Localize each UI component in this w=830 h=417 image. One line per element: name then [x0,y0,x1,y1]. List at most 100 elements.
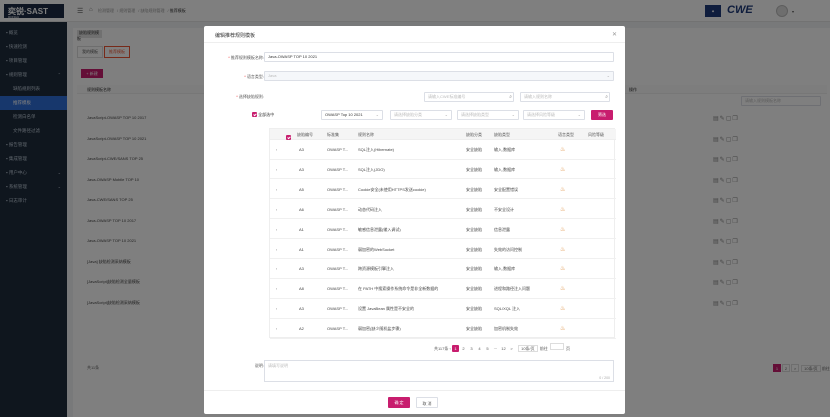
rule-id: A3 [299,166,304,172]
java-icon: ♨ [560,186,566,193]
rules-pagination: 共117条 ‹ 1 2 3 4 5 ··· 12 > 10条/页 前往 页 [434,343,570,352]
rule-type: 输入,数据库 [494,266,516,272]
search-icon[interactable]: ⌕ [509,93,512,101]
rule-type: 信息泄露 [494,226,510,232]
search-icon[interactable]: ⌕ [605,93,608,101]
expand-row-icon[interactable]: › [276,306,277,311]
rule-class: 安全缺陷 [466,246,482,252]
risk-select[interactable]: 请选择风险等级 ⌄ [523,110,585,120]
col-header: 规则名称 [358,132,374,137]
language-label: * 语言类型: [244,74,264,79]
filter-button[interactable]: 筛选 [591,110,613,120]
rules-table: 缺陷编号 标准集 规则名称 缺陷分类 缺陷类型 语言类型 风险等级 › A3 OWA… [269,128,616,339]
rule-standard: OWASP T... [327,186,349,192]
divider [204,42,625,43]
rule-class: 安全缺陷 [466,326,482,332]
rule-id: A3 [299,266,304,272]
page-unit: 页 [566,346,571,351]
jump-page-input[interactable] [549,343,564,350]
page-size-select[interactable]: 10条/页 [518,345,538,352]
table-row[interactable]: › A3 OWASP T... 设置 JavaBean 属性是不安全的 安全缺陷 SQL/… [270,299,616,319]
col-header: 标准集 [327,132,339,137]
rule-id: A8 [299,286,304,292]
rule-name: 敏感信息泄露(输入调试) [358,226,401,232]
table-row[interactable]: ›A3OWASP T...跨资源模板引擎注入安全缺陷输入,数据库♨低危 [270,259,616,279]
page-button[interactable]: > [508,345,515,352]
rule-name: Cookie安全(未使用HTTPS发送cookie) [358,186,426,192]
template-name-label: * 推荐规则模板名称: [228,55,264,60]
table-row[interactable]: › A8 OWASP T... 在 PATH 中搜索操作系统命令是非全新数据的 安全缺陷… [270,279,616,299]
cancel-button[interactable]: 取 消 [416,397,438,408]
rule-standard: OWASP T... [327,266,349,272]
description-textarea[interactable]: 请填写说明 0 / 200 [264,360,614,382]
rule-type: 输入,数据库 [494,166,516,172]
rule-standard: OWASP T... [327,286,349,292]
expand-row-icon[interactable]: › [276,247,277,252]
java-icon: ♨ [560,246,566,253]
jump-label: 前往 [539,346,548,351]
rule-type: 加密机制失效 [494,326,518,332]
page-button[interactable]: ··· [492,345,499,352]
rule-class: 安全缺陷 [466,226,482,232]
expand-row-icon[interactable]: › [276,326,277,331]
rule-class: 安全缺陷 [466,286,482,292]
rule-name: 弱加密的WebSocket [358,246,395,252]
table-row[interactable]: › A5 OWASP T... Cookie安全(未使用HTTPS发送cookie) 安… [270,180,616,200]
page-button[interactable]: 2 [460,345,467,352]
rule-id: A5 [299,186,304,192]
checkbox-checked-icon[interactable] [252,112,257,118]
page-button[interactable]: 5 [484,345,491,352]
select-all-checkbox[interactable]: 全部选中 [252,112,274,118]
description-label: 说明: [254,363,264,368]
col-header: 缺陷分类 [466,132,482,137]
rule-name: 动态代码注入 [358,206,382,212]
page-button[interactable]: 1 [451,345,459,352]
table-row[interactable]: ›A2OWASP T...弱加密(缺少随机盐步骤)安全缺陷加密机制失效♨低危 [270,319,616,339]
expand-row-icon[interactable]: › [276,167,277,172]
rule-standard: OWASP T... [327,166,349,172]
table-row[interactable]: ›A6OWASP T...动态代码注入安全缺陷不安全设计♨低危 [270,200,616,220]
rule-name: 跨资源模板引擎注入 [358,266,394,272]
page-button[interactable]: 4 [476,345,483,352]
prev-page-icon[interactable]: ‹ [450,346,451,351]
java-icon: ♨ [560,166,566,173]
template-name-input[interactable]: Java-OWASP TOP 10 2021 [264,52,614,62]
expand-row-icon[interactable]: › [276,207,277,212]
rule-id: A1 [299,246,304,252]
table-row[interactable]: ›A1OWASP T...弱加密的WebSocket安全缺陷失效的访问控制♨低危 [270,240,616,259]
rule-standard: OWASP T... [327,326,349,332]
page-button[interactable]: 12 [500,345,507,352]
cwe-search-input[interactable]: 请输入CWE标准编号 ⌕ [424,92,514,102]
table-row[interactable]: ›A3OWASP T...SQL注入(JDO)安全缺陷输入,数据库♨高危 [270,160,616,180]
col-header: 缺陷编号 [297,132,313,137]
rule-class: 安全缺陷 [466,306,482,312]
standard-select[interactable]: OWASP Top 10 2021 ⌄ [321,110,383,120]
col-header: 风险等级 [588,132,604,137]
dialog-title: 编辑推荐规则模板 [215,33,256,39]
expand-row-icon[interactable]: › [276,266,277,271]
rule-id: A3 [299,147,304,152]
expand-row-icon[interactable]: › [276,147,277,152]
rule-name-search-input[interactable]: 请输入规则名称 ⌕ [520,92,610,102]
expand-row-icon[interactable]: › [276,187,277,192]
chevron-down-icon: ⌄ [577,112,581,117]
page-button[interactable]: 3 [468,345,475,352]
close-icon[interactable]: ✕ [612,31,617,38]
edit-template-dialog: 编辑推荐规则模板 ✕ * 推荐规则模板名称: Java-OWASP TOP 10… [204,26,625,414]
class-select[interactable]: 请选择缺陷分类 ⌄ [390,110,452,120]
rule-name: 在 PATH 中搜索操作系统命令是非全新数据的 [358,286,439,292]
type-select[interactable]: 请选择缺陷类型 ⌄ [457,110,519,120]
java-icon: ♨ [560,147,566,153]
expand-row-icon[interactable]: › [276,227,277,232]
java-icon: ♨ [560,226,566,233]
table-row[interactable]: › A3 OWASP T... SQL注入(Hibernate) 安全缺陷 输入,数据库 ♨… [270,140,616,160]
rule-type: 进程和路径注入问题 [494,286,530,292]
rule-name: SQL注入(JDO) [358,166,385,172]
table-row[interactable]: ›A1OWASP T...敏感信息泄露(输入调试)安全缺陷信息泄露♨低危 [270,220,616,240]
language-select: Java ⌄ [264,71,614,81]
confirm-button[interactable]: 确 定 [388,397,410,408]
expand-row-icon[interactable]: › [276,286,277,291]
chevron-down-icon: ⌄ [511,112,515,117]
chevron-down-icon: ⌄ [444,112,448,117]
rule-id: A2 [299,326,304,332]
